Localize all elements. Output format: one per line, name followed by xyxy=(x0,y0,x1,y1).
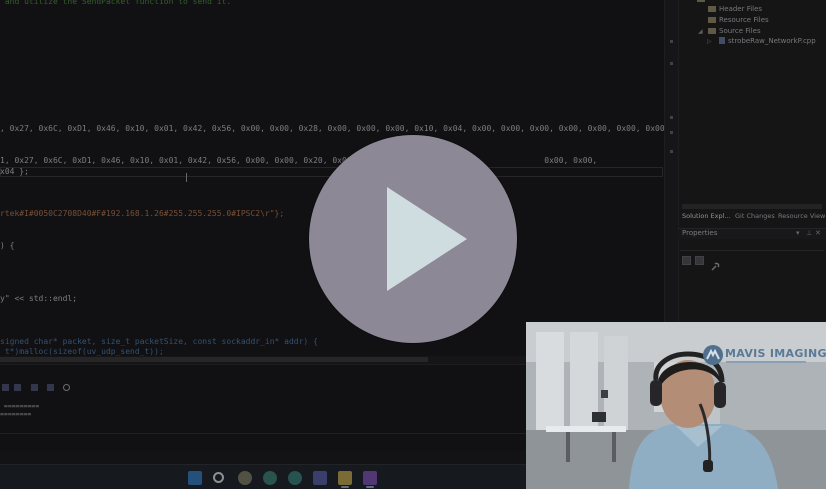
play-icon xyxy=(387,187,467,291)
play-button[interactable] xyxy=(309,135,517,343)
mavis-logo-icon xyxy=(703,345,723,365)
webcam-overlay: MAVIS IMAGING xyxy=(526,322,826,489)
mavis-logo-text: MAVIS IMAGING xyxy=(725,347,826,360)
logo-underline xyxy=(726,361,806,363)
